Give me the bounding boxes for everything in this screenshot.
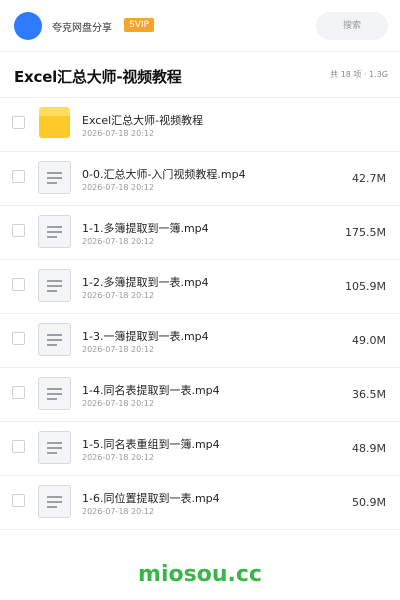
list-item[interactable]: 1-4.同名表提取到一表.mp4 2026-07-18 20:12 36.5M [0,368,400,422]
file-date: 2026-07-18 20:12 [82,237,155,246]
file-date: 2026-07-18 20:12 [82,291,155,300]
file-date: 2026-07-18 20:12 [82,507,155,516]
file-size: 175.5M [345,226,386,239]
checkbox[interactable] [12,332,25,345]
list-item[interactable]: 1-2.多簿提取到一表.mp4 2026-07-18 20:12 105.9M [0,260,400,314]
checkbox[interactable] [12,224,25,237]
file-list: Excel汇总大师-视频教程 2026-07-18 20:12 0-0.汇总大师… [0,98,400,530]
file-name: 1-1.多簿提取到一簿.mp4 [82,222,209,235]
watermark: miosou.cc [138,562,262,587]
file-name: 1-5.同名表重组到一簿.mp4 [82,438,220,451]
page-title: Excel汇总大师-视频教程 [14,68,182,86]
avatar[interactable] [14,12,42,40]
list-item[interactable]: 1-6.同位置提取到一表.mp4 2026-07-18 20:12 50.9M [0,476,400,530]
file-icon [38,485,71,518]
checkbox[interactable] [12,440,25,453]
svip-badge: SVIP [124,18,154,32]
file-size: 50.9M [352,496,386,509]
file-size: 36.5M [352,388,386,401]
list-item[interactable]: 1-5.同名表重组到一簿.mp4 2026-07-18 20:12 48.9M [0,422,400,476]
list-item[interactable]: 1-1.多簿提取到一簿.mp4 2026-07-18 20:12 175.5M [0,206,400,260]
file-date: 2026-07-18 20:12 [82,129,155,138]
file-icon [38,161,71,194]
checkbox[interactable] [12,170,25,183]
list-item[interactable]: Excel汇总大师-视频教程 2026-07-18 20:12 [0,98,400,152]
file-size: 105.9M [345,280,386,293]
checkbox[interactable] [12,494,25,507]
folder-header: Excel汇总大师-视频教程 共 18 项 · 1.3G [0,52,400,98]
file-name: 1-6.同位置提取到一表.mp4 [82,492,220,505]
folder-meta: 共 18 项 · 1.3G [330,70,388,79]
file-date: 2026-07-18 20:12 [82,183,155,192]
file-name: Excel汇总大师-视频教程 [82,114,204,127]
uploader-name: 夸克网盘分享 [52,23,112,34]
file-icon [38,431,71,464]
file-size: 42.7M [352,172,386,185]
file-size: 48.9M [352,442,386,455]
file-icon [38,269,71,302]
file-name: 1-4.同名表提取到一表.mp4 [82,384,220,397]
file-icon [38,215,71,248]
checkbox[interactable] [12,278,25,291]
file-icon [38,323,71,356]
top-bar: 夸克网盘分享 SVIP 搜索 [0,0,400,52]
checkbox[interactable] [12,386,25,399]
list-item[interactable]: 1-3.一簿提取到一表.mp4 2026-07-18 20:12 49.0M [0,314,400,368]
file-name: 1-3.一簿提取到一表.mp4 [82,330,209,343]
search-button[interactable]: 搜索 [316,12,388,40]
checkbox[interactable] [12,116,25,129]
folder-icon [38,107,71,140]
file-name: 0-0.汇总大师-入门视频教程.mp4 [82,168,246,181]
file-date: 2026-07-18 20:12 [82,345,155,354]
file-icon [38,377,71,410]
file-date: 2026-07-18 20:12 [82,399,155,408]
file-size: 49.0M [352,334,386,347]
list-item[interactable]: 0-0.汇总大师-入门视频教程.mp4 2026-07-18 20:12 42.… [0,152,400,206]
file-name: 1-2.多簿提取到一表.mp4 [82,276,209,289]
file-date: 2026-07-18 20:12 [82,453,155,462]
